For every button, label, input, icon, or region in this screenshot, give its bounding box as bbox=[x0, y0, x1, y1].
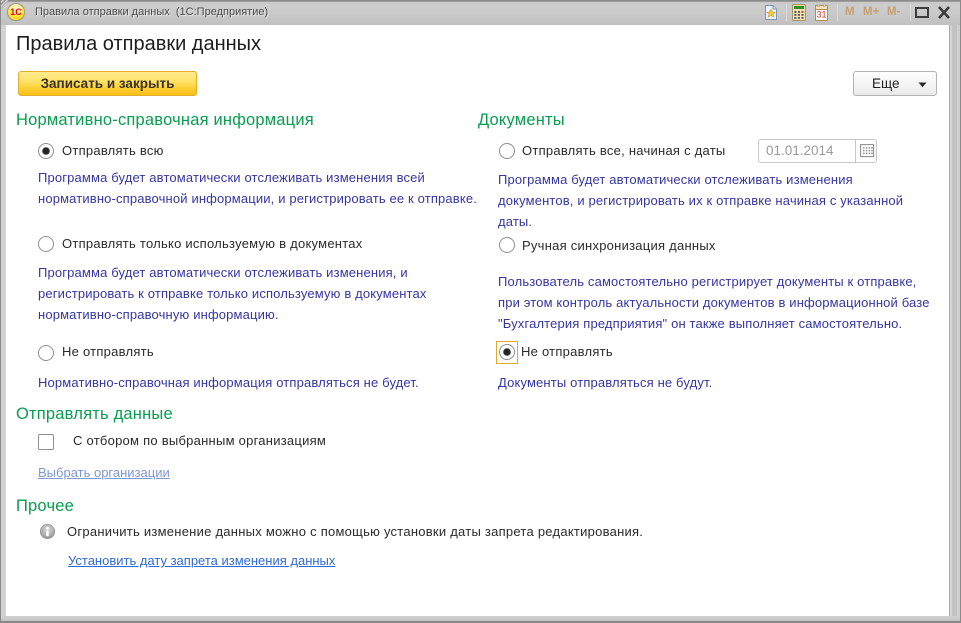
svg-text:31: 31 bbox=[816, 10, 826, 20]
